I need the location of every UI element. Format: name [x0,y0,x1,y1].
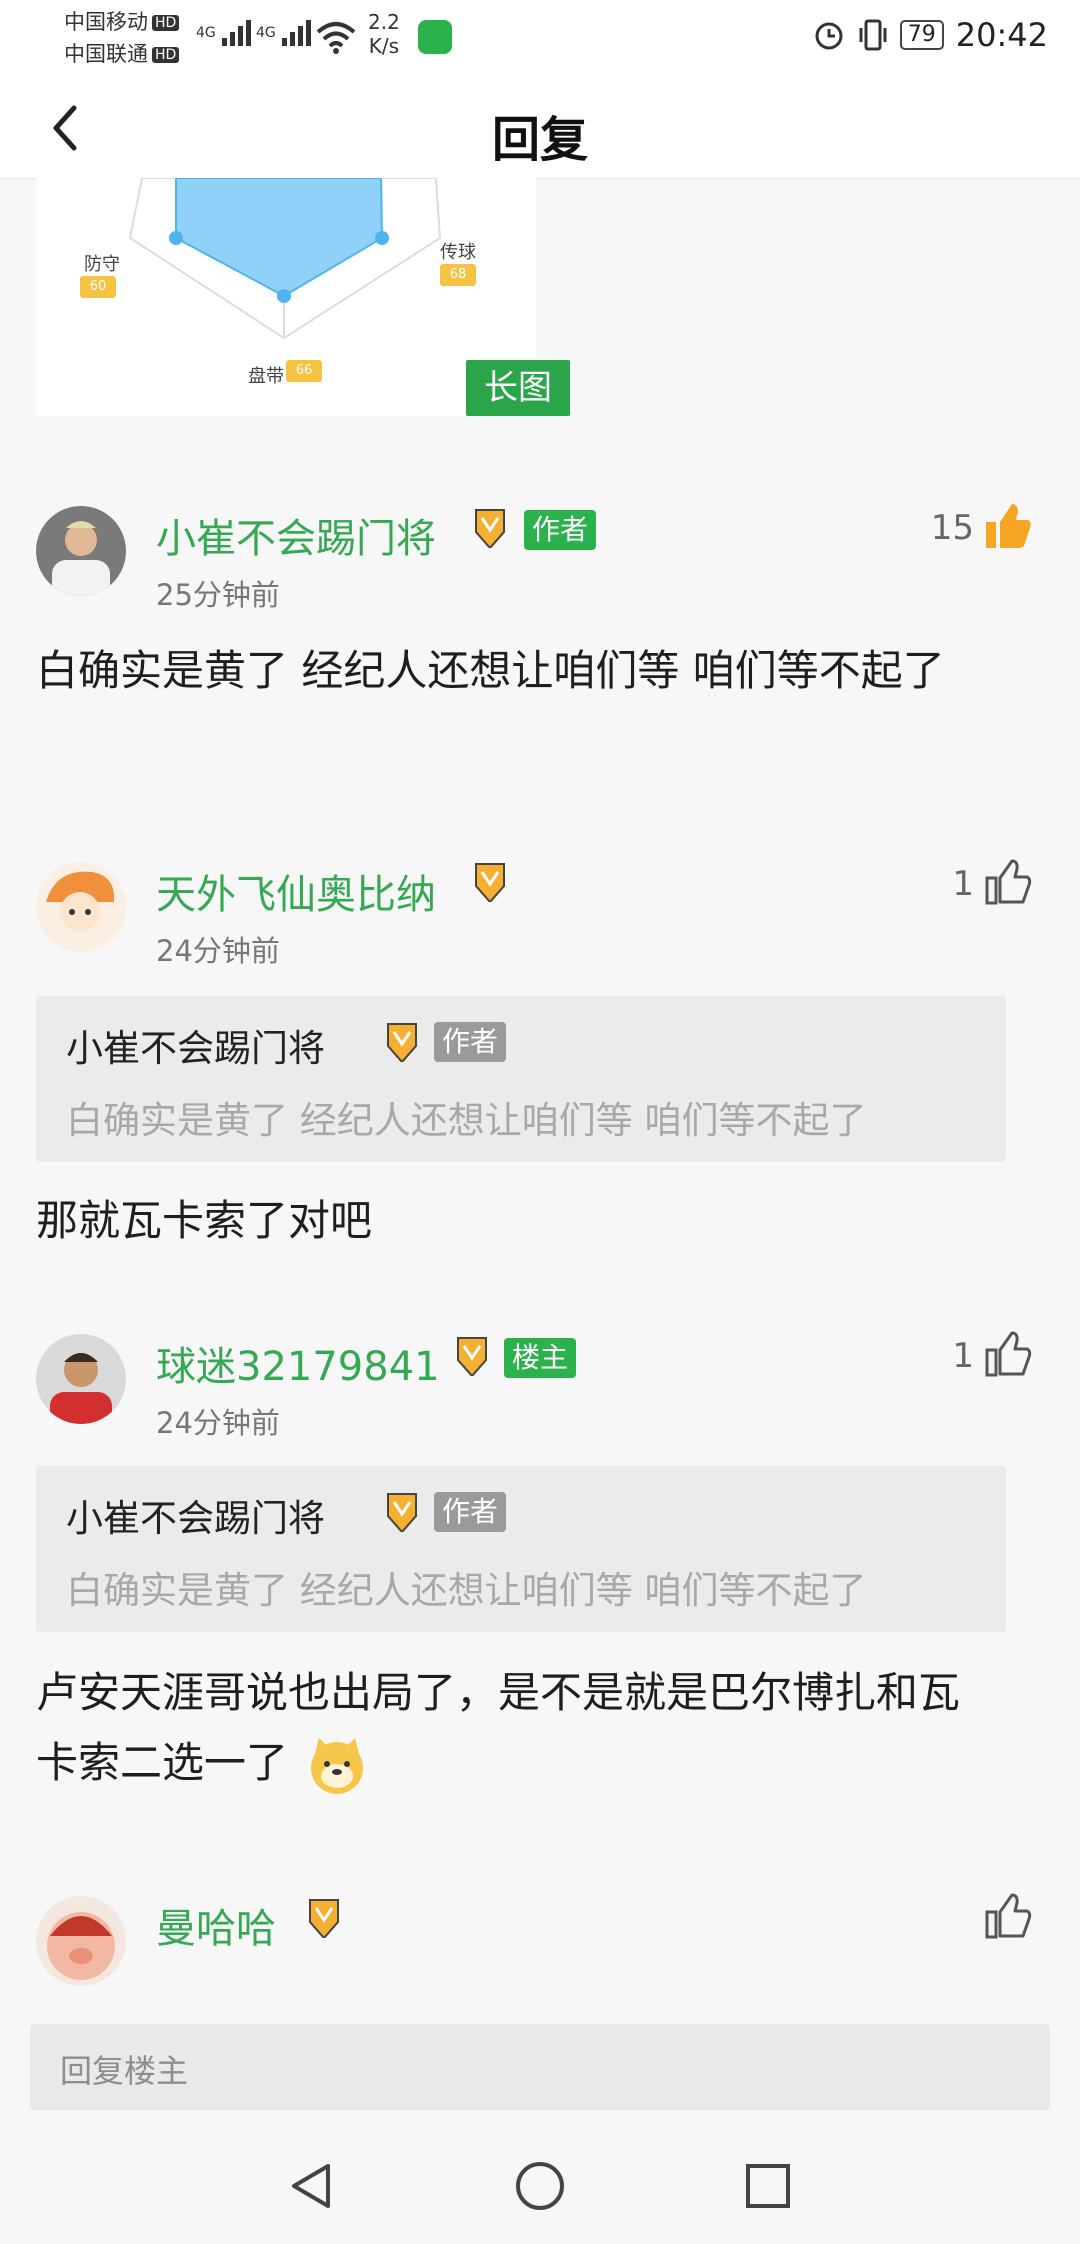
nav-back-icon[interactable] [284,2158,340,2214]
quoted-comment[interactable]: 小崔不会踢门将 作者 白确实是黄了 经纪人还想让咱们等 咱们等不起了 [36,996,1006,1162]
comment-content: 那就瓦卡索了对吧 [36,1196,373,1245]
comment-content: 白确实是黄了 经纪人还想让咱们等 咱们等不起了 [36,646,945,695]
team-badge-icon [387,1493,417,1532]
author-tag: 作者 [524,510,597,550]
quoted-username: 小崔不会踢门将 [66,1497,325,1540]
quoted-text: 白确实是黄了 经纪人还想让咱们等 咱们等不起了 [66,1569,867,1612]
vibrate-icon [859,19,887,51]
author-tag: 作者 [434,1492,507,1532]
author-tag: 作者 [434,1022,507,1062]
battery-icon: 79 [899,20,944,50]
doge-emoji-icon [311,1737,364,1794]
username[interactable]: 曼哈哈 [156,1896,276,1954]
thumbs-up-icon[interactable] [982,856,1034,908]
carrier-2: 中国联通 HD [64,38,180,68]
avatar[interactable] [36,1896,126,1986]
radar-label-pass: 传球 [440,242,476,263]
op-tag: 楼主 [504,1338,577,1378]
radar-value-dribble: 66 [286,360,322,382]
app-notification-icon [418,20,452,54]
alarm-icon [815,22,843,50]
username[interactable]: 小崔不会踢门将 [156,506,436,564]
thumbs-up-icon[interactable] [982,1328,1034,1380]
thumbs-up-icon[interactable] [982,500,1034,552]
like-count: 1 [952,1336,974,1376]
team-badge-icon [475,509,505,548]
avatar[interactable] [36,862,126,952]
signal-icon-1: 4G [196,18,254,48]
status-bar: 中国移动 HD 中国联通 HD 4G 4G 2.2 K/s 79 20:42 [0,0,1080,78]
comment-text: 卢安天涯哥说也出局了，是不是就是巴尔博扎和瓦卡索二选一了 [36,1668,961,1787]
avatar[interactable] [36,1334,126,1424]
avatar[interactable] [36,506,126,596]
status-time: 20:42 [955,16,1048,54]
quoted-comment[interactable]: 小崔不会踢门将 作者 白确实是黄了 经纪人还想让咱们等 咱们等不起了 [36,1466,1006,1632]
team-badge-icon [457,1337,487,1376]
comment-time: 25分钟前 [156,578,280,612]
radar-value-defense: 60 [80,276,116,298]
network-speed: 2.2 K/s [368,10,400,58]
reply-input[interactable]: 回复楼主 [30,2024,1050,2110]
radar-label-dribble: 盘带 [248,366,284,387]
username[interactable]: 球迷32179841 [156,1334,440,1392]
post-image[interactable]: 防守 60 传球 68 盘带 66 长图 [36,178,570,416]
like-count: 15 [930,508,974,548]
system-nav-bar [0,2128,1080,2244]
long-image-badge: 长图 [466,360,570,416]
nav-recents-icon[interactable] [740,2158,796,2214]
comment-time: 24分钟前 [156,934,280,968]
reply-placeholder: 回复楼主 [60,2052,189,2090]
thumbs-up-icon[interactable] [982,1890,1034,1942]
team-badge-icon [387,1023,417,1062]
team-badge-icon [309,1899,339,1938]
team-badge-icon [475,863,505,902]
radar-value-pass: 68 [440,264,476,286]
quoted-username: 小崔不会踢门将 [66,1027,325,1070]
like-count: 1 [952,864,974,904]
wifi-icon [316,22,356,54]
radar-label-defense: 防守 [84,254,120,275]
page-title: 回复 [491,112,588,168]
username[interactable]: 天外飞仙奥比纳 [156,862,436,920]
nav-bar: 回复 [0,78,1080,179]
quoted-text: 白确实是黄了 经纪人还想让咱们等 咱们等不起了 [66,1099,867,1142]
signal-icon-2: 4G [256,18,314,48]
comment-time: 24分钟前 [156,1406,280,1440]
nav-home-icon[interactable] [512,2158,568,2214]
comment-content: 卢安天涯哥说也出局了，是不是就是巴尔博扎和瓦卡索二选一了 [36,1658,996,1798]
status-right: 79 20:42 [812,16,1048,54]
carrier-1: 中国移动 HD [64,6,180,36]
